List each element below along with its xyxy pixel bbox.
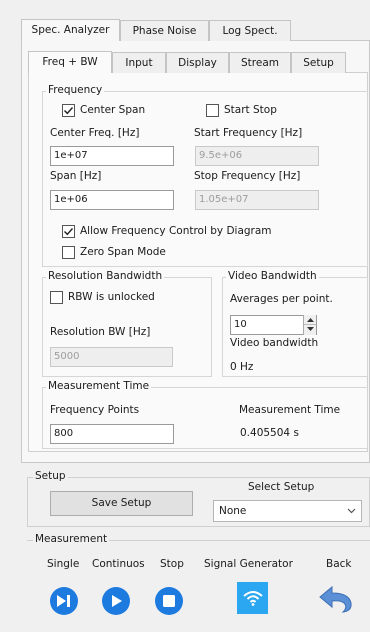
vbw-legend: Video Bandwidth — [226, 270, 319, 282]
averages-label: Averages per point. — [230, 293, 333, 305]
signal-generator-label: Signal Generator — [204, 558, 293, 570]
measurement-time-legend: Measurement Time — [46, 380, 152, 392]
start-frequency-label: Start Frequency [Hz] — [194, 127, 303, 139]
frequency-legend: Frequency — [46, 84, 105, 96]
select-setup-dropdown[interactable]: None — [213, 500, 362, 522]
start-frequency-input[interactable]: 9.5e+06 — [195, 146, 319, 166]
stop-frequency-label: Stop Frequency [Hz] — [194, 170, 301, 182]
video-bandwidth-label: Video bandwidth — [230, 337, 319, 349]
measurement-time-label: Measurement Time — [239, 404, 341, 416]
checkmark-icon — [64, 107, 74, 115]
zero-span-label: Zero Span Mode — [80, 246, 166, 258]
signal-generator-button[interactable] — [237, 582, 268, 614]
stop-label: Stop — [160, 558, 184, 570]
select-setup-label: Select Setup — [248, 481, 315, 493]
setup-legend: Setup — [33, 470, 68, 482]
averages-spin-buttons[interactable] — [303, 315, 316, 335]
spin-up-icon[interactable] — [304, 315, 316, 324]
back-arrow-icon — [319, 585, 352, 613]
frequency-points-label: Frequency Points — [50, 404, 140, 416]
allow-diagram-label: Allow Frequency Control by Diagram — [80, 225, 272, 237]
tab-setup[interactable]: Setup — [291, 52, 346, 73]
span-input[interactable]: 1e+06 — [50, 190, 174, 210]
select-setup-value: None — [219, 505, 247, 517]
center-freq-label: Center Freq. [Hz] — [50, 127, 140, 139]
resolution-bw-label: Resolution BW [Hz] — [50, 326, 151, 338]
wifi-icon — [242, 591, 263, 606]
back-label: Back — [326, 558, 352, 570]
chevron-down-icon — [347, 508, 356, 514]
single-button[interactable] — [50, 587, 78, 615]
stop-frequency-input[interactable]: 1.05e+07 — [195, 190, 319, 210]
rbw-legend: Resolution Bandwidth — [46, 270, 165, 282]
tab-input[interactable]: Input — [112, 52, 166, 73]
center-span-label: Center Span — [80, 104, 146, 116]
measurement-time-value: 0.405504 s — [240, 427, 299, 439]
tab-log-spect[interactable]: Log Spect. — [209, 20, 291, 41]
rbw-unlocked-label: RBW is unlocked — [68, 291, 155, 303]
tab-spec-analyzer[interactable]: Spec. Analyzer — [21, 19, 120, 41]
back-button[interactable] — [316, 583, 356, 615]
tab-stream[interactable]: Stream — [229, 52, 291, 73]
tab-freq-bw[interactable]: Freq + BW — [28, 51, 112, 73]
continuous-label: Continuos — [92, 558, 145, 570]
tab-display[interactable]: Display — [166, 52, 229, 73]
spin-down-icon[interactable] — [304, 324, 316, 333]
single-label: Single — [47, 558, 80, 570]
center-freq-input[interactable]: 1e+07 — [50, 146, 174, 166]
video-bandwidth-value: 0 Hz — [230, 361, 254, 373]
checkmark-icon — [64, 228, 74, 236]
allow-diagram-checkbox[interactable] — [62, 225, 75, 238]
tab-phase-noise[interactable]: Phase Noise — [120, 20, 209, 41]
resolution-bw-input[interactable]: 5000 — [50, 347, 173, 367]
averages-value: 10 — [234, 319, 247, 330]
start-stop-checkbox[interactable] — [206, 104, 219, 117]
save-setup-button[interactable]: Save Setup — [50, 491, 193, 516]
zero-span-checkbox[interactable] — [62, 246, 75, 259]
continuous-button[interactable] — [102, 587, 130, 615]
measurement-legend: Measurement — [33, 533, 110, 545]
stop-icon — [163, 595, 175, 607]
skip-play-icon — [57, 595, 70, 607]
center-span-checkbox[interactable] — [62, 104, 75, 117]
rbw-unlocked-checkbox[interactable] — [50, 291, 63, 304]
play-icon — [112, 595, 122, 607]
frequency-points-input[interactable]: 800 — [50, 424, 174, 444]
span-label: Span [Hz] — [50, 170, 102, 182]
start-stop-label: Start Stop — [224, 104, 277, 116]
stop-button[interactable] — [155, 587, 183, 615]
